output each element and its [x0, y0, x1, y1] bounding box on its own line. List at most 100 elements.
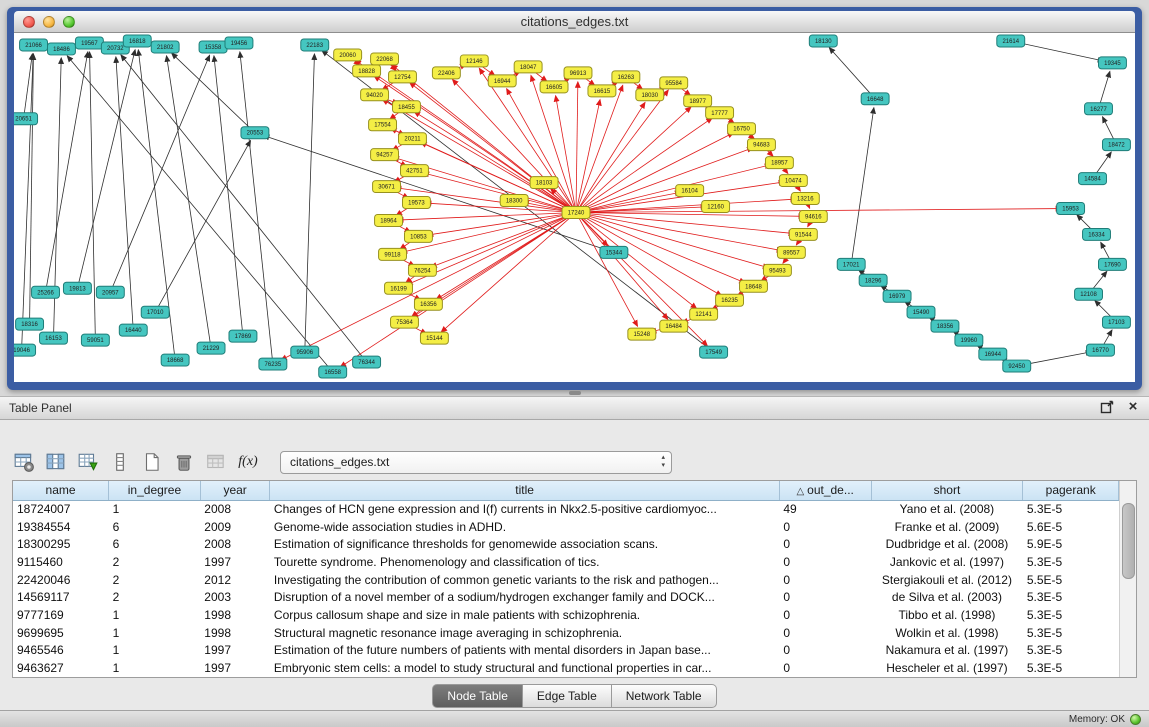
- vertical-scrollbar[interactable]: [1119, 481, 1136, 677]
- graph-node[interactable]: 16153: [40, 332, 68, 344]
- graph-node[interactable]: 20553: [241, 127, 269, 139]
- graph-node[interactable]: 16558: [319, 366, 347, 378]
- new-file-icon[interactable]: [138, 448, 166, 476]
- graph-node[interactable]: 94257: [371, 149, 399, 161]
- graph-node[interactable]: 18047: [514, 61, 542, 73]
- table-row[interactable]: 1830029562008Estimation of significance …: [13, 535, 1119, 553]
- graph-node[interactable]: 18486: [48, 43, 76, 55]
- graph-node[interactable]: 18648: [740, 280, 768, 292]
- graph-node[interactable]: 59051: [81, 334, 109, 346]
- graph-node[interactable]: 96913: [564, 67, 592, 79]
- graph-node[interactable]: 20060: [334, 49, 362, 61]
- graph-node[interactable]: 19567: [75, 37, 103, 49]
- graph-node[interactable]: 12146: [460, 55, 488, 67]
- graph-node[interactable]: 18668: [161, 354, 189, 366]
- graph-node[interactable]: 18964: [375, 214, 403, 226]
- column-selector-icon[interactable]: [42, 448, 70, 476]
- graph-node[interactable]: 76254: [408, 264, 436, 276]
- graph-node[interactable]: 17240: [562, 207, 590, 219]
- import-table-icon[interactable]: [202, 448, 230, 476]
- splitter-handle[interactable]: [569, 391, 581, 395]
- table-row[interactable]: 911546021997Tourette syndrome. Phenomeno…: [13, 553, 1119, 571]
- graph-node[interactable]: 17103: [1102, 316, 1130, 328]
- graph-node[interactable]: 18030: [636, 89, 664, 101]
- column-header-year[interactable]: year: [200, 481, 270, 500]
- graph-node[interactable]: 16199: [385, 282, 413, 294]
- column-header-pagerank[interactable]: pagerank: [1023, 481, 1119, 500]
- graph-node[interactable]: 21066: [20, 39, 48, 51]
- graph-node[interactable]: 17549: [700, 346, 728, 358]
- edit-table-icon[interactable]: [74, 448, 102, 476]
- graph-node[interactable]: 95584: [660, 77, 688, 89]
- scrollbar-thumb[interactable]: [1122, 503, 1135, 579]
- memory-status-orb[interactable]: [1130, 714, 1141, 725]
- graph-node[interactable]: 16277: [1085, 103, 1113, 115]
- graph-node[interactable]: 94683: [748, 139, 776, 151]
- tab-edge-table[interactable]: Edge Table: [523, 684, 612, 708]
- function-builder-icon[interactable]: f(x): [234, 448, 262, 476]
- graph-node[interactable]: 16750: [728, 123, 756, 135]
- network-graph[interactable]: 2106618486195672073216818218021535819456…: [14, 33, 1135, 382]
- graph-node[interactable]: 17777: [706, 107, 734, 119]
- graph-node[interactable]: 18977: [684, 95, 712, 107]
- column-header-in-degree[interactable]: in_degree: [109, 481, 201, 500]
- graph-node[interactable]: 95906: [291, 346, 319, 358]
- graph-node[interactable]: 92450: [1003, 360, 1031, 372]
- graph-node[interactable]: 18455: [393, 101, 421, 113]
- graph-node[interactable]: 17554: [369, 119, 397, 131]
- tab-node-table[interactable]: Node Table: [432, 684, 523, 708]
- graph-node[interactable]: 18103: [530, 177, 558, 189]
- graph-node[interactable]: 17021: [837, 258, 865, 270]
- row-height-icon[interactable]: [106, 448, 134, 476]
- graph-node[interactable]: 16615: [588, 85, 616, 97]
- graph-node[interactable]: 18296: [859, 274, 887, 286]
- graph-node[interactable]: 16818: [123, 35, 151, 47]
- graph-node[interactable]: 16770: [1087, 344, 1115, 356]
- table-row[interactable]: 946554611997Estimation of the future num…: [13, 642, 1119, 660]
- graph-node[interactable]: 15344: [600, 246, 628, 258]
- graph-node[interactable]: 19573: [402, 197, 430, 209]
- zoom-window-button[interactable]: [63, 16, 75, 28]
- graph-node[interactable]: 19345: [1098, 57, 1126, 69]
- graph-node[interactable]: 18130: [809, 35, 837, 47]
- graph-node[interactable]: 21614: [997, 35, 1025, 47]
- graph-node[interactable]: 18300: [500, 195, 528, 207]
- graph-node[interactable]: 21802: [151, 41, 179, 53]
- table-row[interactable]: 1872400712008Changes of HCN gene express…: [13, 500, 1119, 518]
- graph-node[interactable]: 15358: [199, 41, 227, 53]
- graph-node[interactable]: 20957: [96, 286, 124, 298]
- graph-node[interactable]: 15953: [1057, 203, 1085, 215]
- graph-node[interactable]: 19813: [63, 282, 91, 294]
- graph-node[interactable]: 99118: [379, 248, 407, 260]
- graph-node[interactable]: 10474: [779, 175, 807, 187]
- network-window-titlebar[interactable]: citations_edges.txt: [14, 11, 1135, 33]
- graph-node[interactable]: 16484: [660, 320, 688, 332]
- graph-node[interactable]: 12754: [389, 71, 417, 83]
- graph-node[interactable]: 20651: [14, 113, 38, 125]
- graph-node[interactable]: 95493: [763, 264, 791, 276]
- graph-node[interactable]: 21229: [197, 342, 225, 354]
- graph-node[interactable]: 10853: [404, 230, 432, 242]
- table-row[interactable]: 1938455462009Genome-wide association stu…: [13, 518, 1119, 536]
- network-view-canvas[interactable]: 2106618486195672073216818218021535819456…: [14, 33, 1135, 382]
- table-row[interactable]: 2242004622012Investigating the contribut…: [13, 571, 1119, 589]
- tab-network-table[interactable]: Network Table: [612, 684, 717, 708]
- graph-node[interactable]: 94616: [799, 210, 827, 222]
- table-row[interactable]: 946362711997Embryonic stem cells: a mode…: [13, 659, 1119, 677]
- graph-node[interactable]: 17010: [141, 306, 169, 318]
- column-header-name[interactable]: name: [13, 481, 109, 500]
- graph-node[interactable]: 15144: [420, 332, 448, 344]
- graph-node[interactable]: 76344: [353, 356, 381, 368]
- graph-node[interactable]: 18828: [353, 65, 381, 77]
- table-row[interactable]: 969969511998Structural magnetic resonanc…: [13, 624, 1119, 642]
- graph-node[interactable]: 16944: [488, 75, 516, 87]
- float-panel-icon[interactable]: [1099, 399, 1115, 415]
- graph-node[interactable]: 22068: [371, 53, 399, 65]
- graph-node[interactable]: 12160: [702, 201, 730, 213]
- graph-node[interactable]: 16334: [1083, 228, 1111, 240]
- graph-node[interactable]: 15490: [907, 306, 935, 318]
- graph-node[interactable]: 75364: [391, 316, 419, 328]
- table-row[interactable]: 977716911998Corpus callosum shape and si…: [13, 606, 1119, 624]
- graph-node[interactable]: 17690: [1098, 258, 1126, 270]
- table-settings-icon[interactable]: [10, 448, 38, 476]
